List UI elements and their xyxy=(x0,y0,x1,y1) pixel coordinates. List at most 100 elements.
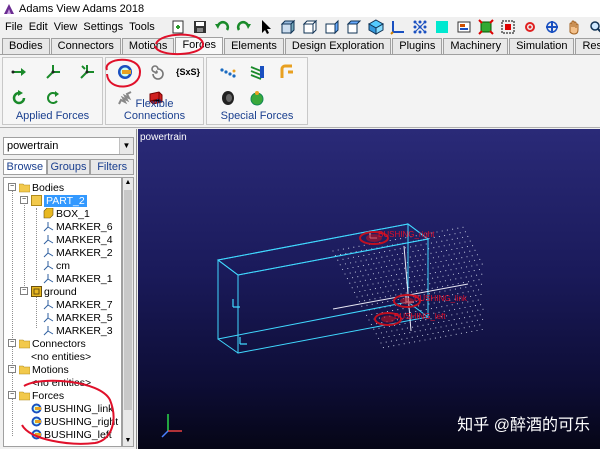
color-icon[interactable] xyxy=(432,18,452,36)
expander-part2[interactable]: − xyxy=(20,196,28,204)
tab-bodies[interactable]: Bodies xyxy=(2,38,50,54)
tire-icon[interactable] xyxy=(218,88,238,108)
redo-icon[interactable] xyxy=(234,18,254,36)
tree-item-forces[interactable]: Forces xyxy=(19,389,64,402)
tab-design-exploration[interactable]: Design Exploration xyxy=(284,38,392,54)
grid-dot xyxy=(481,263,483,265)
grid-dot xyxy=(375,267,377,269)
scroll-up-icon[interactable]: ▲ xyxy=(123,178,133,188)
tree-item-cm[interactable]: cm xyxy=(43,259,70,272)
grid-dot xyxy=(430,252,432,254)
tree-item-marker4[interactable]: MARKER_4 xyxy=(43,233,113,246)
tree-scrollbar[interactable]: ▲ ▼ xyxy=(122,177,134,447)
expander-ground[interactable]: − xyxy=(20,287,28,295)
tree-item-marker5[interactable]: MARKER_5 xyxy=(43,311,113,324)
tree-item-motions[interactable]: Motions xyxy=(19,363,69,376)
field-sxs-icon[interactable]: {SxS} xyxy=(174,62,202,82)
menu-settings[interactable]: Settings xyxy=(80,21,126,33)
grid-icon[interactable] xyxy=(410,18,430,36)
expander-motions[interactable]: − xyxy=(8,365,16,373)
tab-results[interactable]: Results xyxy=(575,38,600,54)
single-component-torque-icon[interactable] xyxy=(9,88,29,108)
new-icon[interactable] xyxy=(168,18,188,36)
axes-icon[interactable] xyxy=(388,18,408,36)
grid-dot xyxy=(464,251,466,253)
expander-forces[interactable]: − xyxy=(8,391,16,399)
bushing-icon[interactable] xyxy=(115,62,135,82)
box-view-icon[interactable] xyxy=(278,18,298,36)
general-force-icon[interactable] xyxy=(77,62,97,82)
tree-item-ground[interactable]: ground xyxy=(31,285,77,298)
grid-dot xyxy=(443,320,445,323)
zoom-box-icon[interactable] xyxy=(498,18,518,36)
tab-simulation[interactable]: Simulation xyxy=(509,38,575,54)
render-icon[interactable] xyxy=(454,18,474,36)
menu-view[interactable]: View xyxy=(51,21,81,33)
scroll-thumb[interactable] xyxy=(124,190,132,410)
pan-hand-icon[interactable] xyxy=(564,18,584,36)
grid-dot xyxy=(368,264,370,266)
menu-file[interactable]: File xyxy=(2,21,26,33)
tab-motions[interactable]: Motions xyxy=(121,38,175,54)
tree-item-bushing-right[interactable]: BUSHING_right xyxy=(31,415,118,428)
tab-connectors[interactable]: Connectors xyxy=(50,38,121,54)
grid-dot xyxy=(418,305,420,307)
grid-dot xyxy=(474,249,476,251)
tree-item-marker6[interactable]: MARKER_6 xyxy=(43,220,113,233)
grid-dot xyxy=(472,310,474,312)
expander-connectors[interactable]: − xyxy=(8,339,16,347)
iso-view-icon[interactable] xyxy=(344,18,364,36)
torsion-spring-icon[interactable] xyxy=(146,62,166,82)
tab-forces[interactable]: Forces xyxy=(175,37,224,54)
tree-item-marker7[interactable]: MARKER_7 xyxy=(43,298,113,311)
save-icon[interactable] xyxy=(190,18,210,36)
tree-item-bushing-left[interactable]: BUSHING_left xyxy=(31,428,112,441)
undo-icon[interactable] xyxy=(212,18,232,36)
zoom-icon[interactable] xyxy=(586,18,600,36)
front-view-icon[interactable] xyxy=(300,18,320,36)
menu-tools[interactable]: Tools xyxy=(126,21,158,33)
global-axis-triad xyxy=(161,414,182,438)
rotate-icon[interactable] xyxy=(542,18,562,36)
three-component-force-icon[interactable] xyxy=(43,62,63,82)
tree-item-connectors[interactable]: Connectors xyxy=(19,337,86,350)
tree-item-marker3[interactable]: MARKER_3 xyxy=(43,324,113,337)
fit-icon[interactable] xyxy=(476,18,496,36)
3d-viewport[interactable]: powertrain BUSHING_right BUSHING_link BU… xyxy=(138,129,600,449)
single-component-force-icon[interactable] xyxy=(9,62,29,82)
tab-filters[interactable]: Filters xyxy=(90,159,135,175)
three-component-torque-icon[interactable] xyxy=(43,88,63,108)
cube-view-icon[interactable] xyxy=(366,18,386,36)
part2-box-wireframe[interactable] xyxy=(216,223,430,354)
menu-edit[interactable]: Edit xyxy=(26,21,51,33)
tab-elements[interactable]: Elements xyxy=(224,38,284,54)
grid-dot xyxy=(466,246,468,248)
model-selector[interactable]: powertrain ▼ xyxy=(3,137,134,155)
center-icon[interactable] xyxy=(520,18,540,36)
grid-dot xyxy=(476,264,478,266)
gravity-icon[interactable] xyxy=(218,62,238,82)
friction-icon[interactable] xyxy=(277,62,297,82)
tab-machinery[interactable]: Machinery xyxy=(443,38,509,54)
expander-bodies[interactable]: − xyxy=(8,183,16,191)
tree-item-marker2[interactable]: MARKER_2 xyxy=(43,246,113,259)
tree-item-box1[interactable]: BOX_1 xyxy=(43,207,90,220)
modal-force-icon[interactable] xyxy=(247,62,267,82)
contact-icon[interactable] xyxy=(247,88,267,108)
tree-item-bushing-link[interactable]: BUSHING_link xyxy=(31,402,113,415)
tree-item-part2[interactable]: PART_2 xyxy=(31,194,87,207)
grid-dot xyxy=(445,259,447,262)
grid-dot xyxy=(441,230,443,232)
tree-item-bodies[interactable]: Bodies xyxy=(19,181,64,194)
tree-item-marker1[interactable]: MARKER_1 xyxy=(43,272,113,285)
scroll-down-icon[interactable]: ▼ xyxy=(123,436,133,446)
grid-dot xyxy=(404,322,406,325)
grid-dot xyxy=(364,300,366,302)
tab-groups[interactable]: Groups xyxy=(46,159,91,175)
tab-browse[interactable]: Browse xyxy=(3,159,47,175)
chevron-down-icon[interactable]: ▼ xyxy=(119,138,133,154)
tab-plugins[interactable]: Plugins xyxy=(392,38,443,54)
side-view-icon[interactable] xyxy=(322,18,342,36)
grid-dot xyxy=(390,285,392,287)
select-arrow-icon[interactable] xyxy=(256,18,276,36)
